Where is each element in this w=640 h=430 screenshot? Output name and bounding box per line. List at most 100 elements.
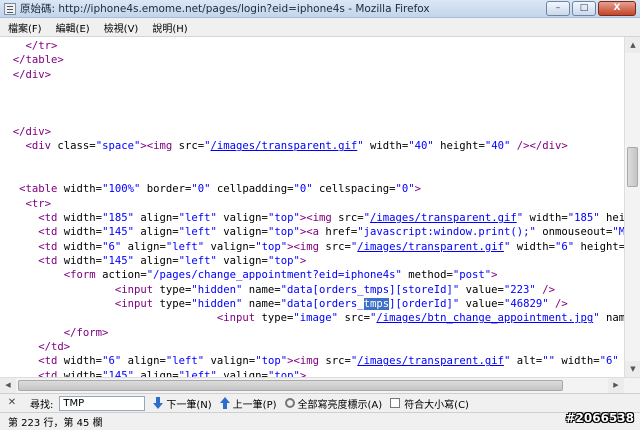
source-token: width= — [523, 212, 568, 225]
close-window-button[interactable]: X — [598, 1, 636, 16]
find-next-label: 下一筆(N) — [166, 399, 212, 411]
source-line: <td width="6" align="left" valign="top">… — [0, 240, 624, 254]
horizontal-scroll-thumb[interactable] — [18, 380, 563, 391]
source-token — [0, 198, 26, 210]
source-token: > — [299, 369, 307, 377]
source-code-view[interactable]: </tr> </table> </div> </div> <div class=… — [0, 37, 624, 377]
source-line: <input type="hidden" name="data[orders_t… — [0, 283, 555, 297]
source-token — [0, 241, 38, 253]
source-token: alt= — [510, 355, 543, 368]
arrow-down-icon — [153, 397, 164, 409]
source-token: <img — [146, 140, 179, 153]
menu-file[interactable]: 檔案(F) — [6, 19, 44, 36]
source-token: "185" — [102, 212, 134, 225]
source-token: href= — [325, 226, 358, 239]
source-token: "/pages/change_appointment?eid=iphone4s" — [146, 269, 402, 282]
source-line: <table width="100%" border="0" cellpaddi… — [0, 182, 421, 196]
window-titlebar: 原始碼: http://iphone4s.emome.net/pages/log… — [0, 0, 640, 18]
menu-edit[interactable]: 編輯(E) — [54, 19, 92, 36]
source-token: valign= — [216, 255, 268, 268]
source-line: <input type="hidden" name="data[orders_t… — [0, 297, 568, 311]
checkbox-icon[interactable] — [390, 398, 401, 408]
source-token: align= — [121, 355, 166, 368]
scroll-up-arrow-icon[interactable]: ▲ — [625, 37, 640, 53]
source-line: </form> — [0, 326, 109, 340]
source-token: <table — [19, 183, 64, 196]
maximize-button[interactable]: □ — [572, 1, 596, 16]
arrow-up-icon — [219, 397, 230, 409]
source-token: align= — [133, 255, 179, 268]
find-input[interactable] — [59, 395, 146, 411]
minimize-button[interactable]: – — [546, 1, 570, 16]
highlight-all-label: 全部寫亮度標示(A) — [297, 399, 383, 411]
source-token: "0" — [191, 183, 211, 196]
scroll-down-arrow-icon[interactable]: ▼ — [625, 361, 640, 377]
source-token: src= — [325, 355, 351, 368]
watermark-id: #2066538 — [565, 411, 634, 425]
cursor-position-status: 第 223 行，第 45 欄 — [8, 418, 103, 429]
source-token: <input — [216, 312, 262, 325]
window-controls: – □ X — [546, 1, 636, 16]
find-close-icon[interactable]: ✕ — [6, 397, 18, 409]
source-token: valign= — [216, 212, 268, 225]
vertical-scroll-thumb[interactable] — [627, 147, 638, 187]
source-token: width= — [510, 240, 556, 253]
source-token: /> — [548, 298, 568, 311]
source-token: width= — [63, 355, 103, 368]
source-token: src= — [178, 140, 205, 153]
source-line: </div> — [0, 68, 51, 82]
source-token: "6" — [102, 355, 122, 368]
source-token: "top" — [255, 355, 288, 368]
source-line: </table> — [0, 53, 64, 67]
source-token: </form> — [63, 326, 109, 339]
menu-help[interactable]: 說明(H) — [150, 19, 189, 36]
source-token: "space" — [95, 140, 141, 153]
scroll-left-arrow-icon[interactable]: ◀ — [0, 378, 16, 393]
source-token: "" — [542, 355, 556, 368]
source-line: <td width="185" align="left" valign="top… — [0, 211, 624, 225]
source-token: "hidden" — [191, 298, 243, 311]
source-token — [0, 54, 13, 66]
find-previous-button[interactable]: 上一筆(P) — [219, 396, 277, 411]
source-token — [0, 355, 38, 367]
find-bar: ✕ 尋找: 下一筆(N) 上一筆(P) 全部寫亮度標示(A) 符合大小寫(C) — [0, 393, 640, 412]
source-token — [0, 370, 38, 377]
source-line: <td width="145" align="left" valign="top… — [0, 369, 306, 377]
source-token — [0, 312, 217, 324]
source-token: height= — [606, 212, 624, 225]
highlight-all-button[interactable]: 全部寫亮度標示(A) — [284, 396, 383, 411]
source-token: "top" — [267, 212, 300, 225]
source-token: width= — [63, 183, 103, 196]
source-token: width= — [63, 226, 103, 239]
source-token: valign= — [204, 240, 256, 253]
source-token: "MM_swapImgRes — [612, 226, 624, 239]
view-source-app-icon — [4, 2, 16, 15]
source-token — [0, 284, 115, 296]
vertical-scrollbar[interactable]: ▲ ▼ — [624, 37, 640, 377]
source-token — [0, 183, 19, 195]
source-token: /images/transparent.gif — [357, 240, 504, 253]
source-token: /images/transparent.gif — [370, 212, 517, 225]
source-token: <a — [306, 226, 326, 239]
source-line: </tr> — [0, 39, 58, 53]
search-match-highlight: tmps — [363, 298, 390, 311]
source-token: width= — [363, 140, 409, 153]
horizontal-scrollbar[interactable]: ◀ ▶ — [0, 377, 640, 393]
source-line: <td width="145" align="left" valign="top… — [0, 225, 624, 239]
scroll-right-arrow-icon[interactable]: ▶ — [608, 378, 624, 393]
window-title: 原始碼: http://iphone4s.emome.net/pages/log… — [20, 3, 430, 15]
source-token: value= — [459, 298, 504, 311]
find-next-button[interactable]: 下一筆(N) — [153, 396, 212, 411]
source-token: </td> — [38, 341, 71, 354]
match-case-checkbox[interactable]: 符合大小寫(C) — [390, 396, 469, 411]
source-token: "left" — [178, 226, 217, 239]
source-token: <img — [293, 355, 326, 368]
source-token: "top" — [255, 240, 288, 253]
source-token: > — [414, 183, 422, 196]
source-token: align= — [133, 212, 179, 225]
source-token — [0, 140, 26, 152]
menu-view[interactable]: 檢視(V) — [102, 19, 141, 36]
source-token: "40" — [408, 140, 434, 153]
source-token: <input — [114, 283, 160, 296]
source-token: /images/transparent.gif — [357, 355, 504, 368]
